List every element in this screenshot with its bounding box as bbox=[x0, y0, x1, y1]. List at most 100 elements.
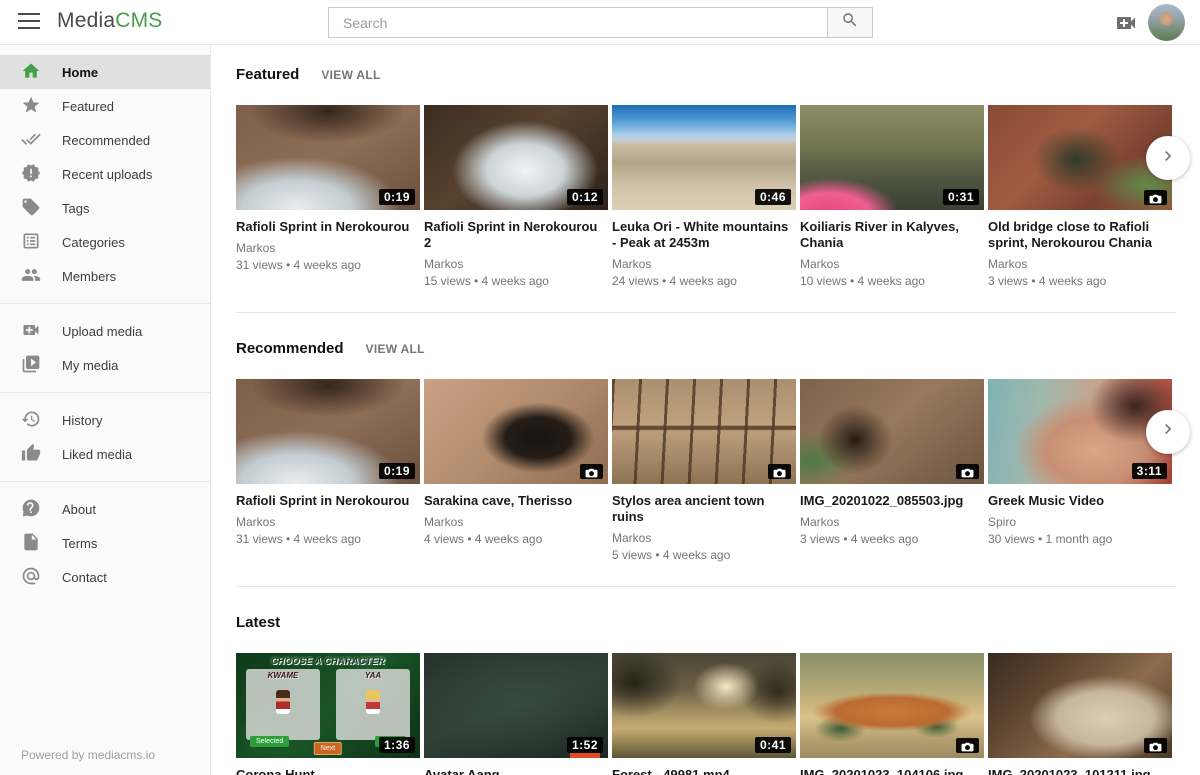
media-thumbnail[interactable]: 0:19 bbox=[236, 379, 420, 484]
media-author[interactable]: Markos bbox=[612, 531, 796, 545]
search-bar bbox=[328, 7, 873, 38]
media-title[interactable]: IMG_20201023_104106.jpg bbox=[800, 767, 984, 775]
sidebar-divider bbox=[0, 392, 210, 393]
media-title[interactable]: Rafioli Sprint in Nerokourou bbox=[236, 493, 420, 509]
sidebar-item-recommended[interactable]: Recommended bbox=[0, 123, 210, 157]
media-title[interactable]: Koiliaris River in Kalyves, Chania bbox=[800, 219, 984, 251]
sidebar-item-label: Members bbox=[62, 269, 116, 284]
upload-video-icon[interactable] bbox=[1114, 11, 1138, 35]
media-author[interactable]: Markos bbox=[612, 257, 796, 271]
user-avatar[interactable] bbox=[1148, 4, 1185, 41]
thumbnail-overlay-text: Next bbox=[314, 742, 342, 755]
media-thumbnail[interactable] bbox=[988, 653, 1172, 758]
star-icon bbox=[21, 95, 41, 118]
site-logo[interactable]: MediaCMS bbox=[57, 9, 162, 33]
view-all-featured-link[interactable]: VIEW ALL bbox=[321, 68, 380, 82]
photo-badge bbox=[956, 464, 979, 479]
media-title[interactable]: Avatar Aang bbox=[424, 767, 608, 775]
media-meta: 31 views • 4 weeks ago bbox=[236, 258, 420, 272]
section-title-latest: Latest bbox=[236, 614, 280, 631]
media-author[interactable]: Spiro bbox=[988, 515, 1172, 529]
media-thumbnail[interactable]: 0:19 bbox=[236, 105, 420, 210]
media-card: 0:41 Forest - 49981.mp4 test 17 views • … bbox=[612, 653, 796, 775]
sidebar-item-members[interactable]: Members bbox=[0, 259, 210, 293]
history-icon bbox=[21, 409, 41, 432]
media-title[interactable]: IMG_20201022_085503.jpg bbox=[800, 493, 984, 509]
sidebar-item-label: Tags bbox=[62, 201, 89, 216]
sidebar-item-upload-media[interactable]: Upload media bbox=[0, 314, 210, 348]
sidebar-item-liked-media[interactable]: Liked media bbox=[0, 437, 210, 471]
media-meta: 5 views • 4 weeks ago bbox=[612, 548, 796, 562]
media-author[interactable]: Markos bbox=[424, 515, 608, 529]
section-divider bbox=[236, 586, 1176, 587]
media-author[interactable]: Markos bbox=[236, 241, 420, 255]
duration-badge: 3:11 bbox=[1132, 463, 1167, 479]
media-title[interactable]: Forest - 49981.mp4 bbox=[612, 767, 796, 775]
duration-badge: 0:46 bbox=[755, 189, 791, 205]
sidebar-item-recent-uploads[interactable]: Recent uploads bbox=[0, 157, 210, 191]
media-title[interactable]: Stylos area ancient town ruins bbox=[612, 493, 796, 525]
search-input[interactable] bbox=[328, 7, 827, 38]
media-card: 1:52 Avatar Aang Dickson Jr. 12 views • … bbox=[424, 653, 608, 775]
media-author[interactable]: Markos bbox=[424, 257, 608, 271]
thumbnail-overlay-text: Selected bbox=[250, 736, 289, 747]
logo-text-cms: CMS bbox=[115, 9, 162, 32]
media-card: Old bridge close to Rafioli sprint, Nero… bbox=[988, 105, 1172, 288]
sidebar-item-home[interactable]: Home bbox=[0, 55, 210, 89]
sidebar-item-about[interactable]: About bbox=[0, 492, 210, 526]
media-thumbnail[interactable]: 0:41 bbox=[612, 653, 796, 758]
sidebar-item-categories[interactable]: Categories bbox=[0, 225, 210, 259]
sidebar-item-history[interactable]: History bbox=[0, 403, 210, 437]
sidebar-item-featured[interactable]: Featured bbox=[0, 89, 210, 123]
search-button[interactable] bbox=[827, 7, 873, 38]
top-header: MediaCMS bbox=[0, 0, 1200, 45]
media-title[interactable]: Rafioli Sprint in Nerokourou bbox=[236, 219, 420, 235]
menu-icon[interactable] bbox=[18, 13, 40, 31]
view-all-recommended-link[interactable]: VIEW ALL bbox=[366, 342, 425, 356]
logo-text-media: Media bbox=[57, 9, 115, 32]
media-thumbnail[interactable]: 0:31 bbox=[800, 105, 984, 210]
sidebar-item-label: Terms bbox=[62, 536, 97, 551]
media-thumbnail[interactable] bbox=[988, 105, 1172, 210]
character-panel: KWAME bbox=[246, 669, 320, 740]
media-title[interactable]: Old bridge close to Rafioli sprint, Nero… bbox=[988, 219, 1172, 251]
photo-badge bbox=[1144, 738, 1167, 753]
sidebar-item-terms[interactable]: Terms bbox=[0, 526, 210, 560]
character-name: YAA bbox=[336, 671, 410, 680]
section-title-featured: Featured bbox=[236, 66, 299, 83]
sidebar-item-contact[interactable]: Contact bbox=[0, 560, 210, 594]
media-author[interactable]: Markos bbox=[800, 515, 984, 529]
media-title[interactable]: Greek Music Video bbox=[988, 493, 1172, 509]
media-thumbnail[interactable]: 0:46 bbox=[612, 105, 796, 210]
media-thumbnail[interactable] bbox=[800, 653, 984, 758]
character-sprite bbox=[366, 690, 380, 714]
media-thumbnail[interactable]: 0:12 bbox=[424, 105, 608, 210]
media-thumbnail[interactable]: CHOOSE A CHARACTER KWAME YAA Selected Ne… bbox=[236, 653, 420, 758]
media-title[interactable]: Corona Hunt bbox=[236, 767, 420, 775]
media-author[interactable]: Markos bbox=[800, 257, 984, 271]
media-card: IMG_20201022_085503.jpg Markos 3 views •… bbox=[800, 379, 984, 562]
character-name: KWAME bbox=[246, 671, 320, 680]
media-title[interactable]: Rafioli Sprint in Nerokourou 2 bbox=[424, 219, 608, 251]
media-title[interactable]: Sarakina cave, Therisso bbox=[424, 493, 608, 509]
camera-icon bbox=[961, 741, 974, 752]
media-meta: 10 views • 4 weeks ago bbox=[800, 274, 984, 288]
media-thumbnail[interactable]: 3:11 bbox=[988, 379, 1172, 484]
sidebar-item-my-media[interactable]: My media bbox=[0, 348, 210, 382]
duration-badge: 0:41 bbox=[755, 737, 791, 753]
media-thumbnail[interactable] bbox=[424, 379, 608, 484]
media-title[interactable]: Leuka Ori - White mountains - Peak at 24… bbox=[612, 219, 796, 251]
media-author[interactable]: Markos bbox=[988, 257, 1172, 271]
media-thumbnail[interactable] bbox=[800, 379, 984, 484]
media-author[interactable]: Markos bbox=[236, 515, 420, 529]
media-thumbnail[interactable] bbox=[612, 379, 796, 484]
recommended-next-button[interactable] bbox=[1146, 410, 1190, 454]
sidebar-item-label: Liked media bbox=[62, 447, 132, 462]
sidebar-item-tags[interactable]: Tags bbox=[0, 191, 210, 225]
section-divider bbox=[236, 312, 1176, 313]
character-sprite bbox=[276, 690, 290, 714]
featured-next-button[interactable] bbox=[1146, 136, 1190, 180]
media-thumbnail[interactable]: 1:52 bbox=[424, 653, 608, 758]
media-title[interactable]: IMG_20201023_101211.jpg bbox=[988, 767, 1172, 775]
chevron-right-icon bbox=[1158, 419, 1178, 444]
